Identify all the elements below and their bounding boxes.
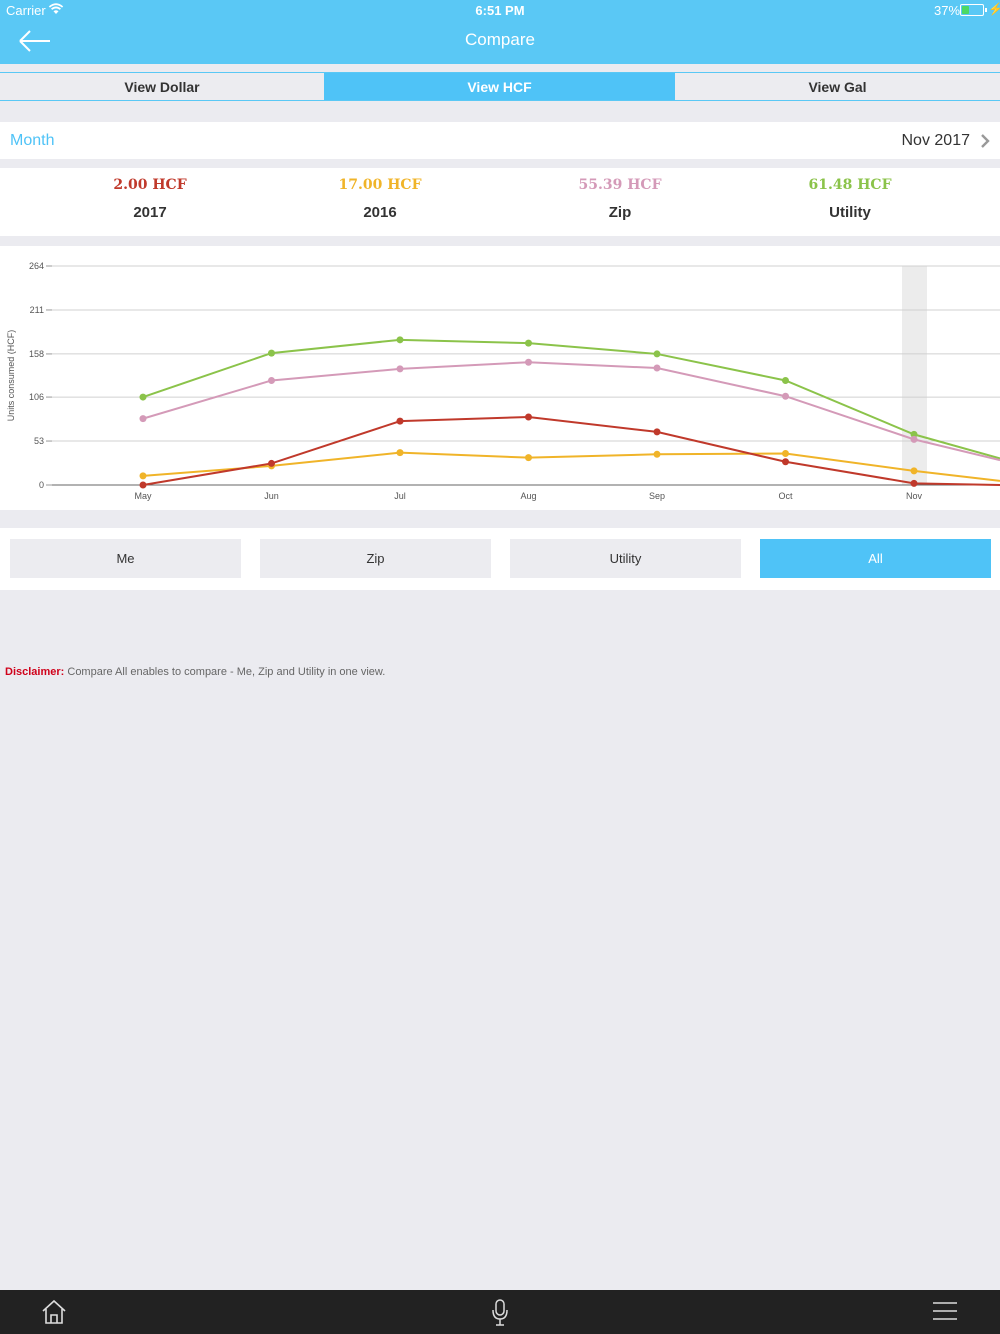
home-icon[interactable] [40,1298,68,1328]
page-title: Compare [465,30,535,49]
data-point-zip [910,435,918,443]
y-tick-label: 0 [39,480,44,490]
period-label: Month [10,132,55,149]
data-point-zip [139,415,147,423]
data-point-zip [653,364,661,372]
disclaimer-label: Disclaimer: [5,666,65,678]
data-point-2017 [653,428,661,436]
summary-name: Utility [829,204,871,221]
x-tick-label: Aug [520,491,536,501]
data-point-2017 [782,458,789,466]
battery-percent: 37% [934,3,961,18]
battery-icon [960,4,987,16]
status-bar: Carrier 6:51 PM 37% ⚡ [0,0,1000,20]
bottom-tab-bar [0,1290,1000,1334]
disclaimer: Disclaimer: Compare All enables to compa… [5,666,385,678]
y-tick-label: 264 [29,261,44,271]
disclaimer-text: Compare All enables to compare - Me, Zip… [64,666,386,678]
clock: 6:51 PM [475,3,525,18]
summary-name: 2016 [363,204,397,221]
series-line-2017 [142,415,1000,486]
x-tick-label: Jul [394,491,406,501]
series-line-zip [142,361,1000,462]
chevron-right-icon[interactable] [978,133,992,149]
summary-2017: 2.00 HCF 2017 [50,176,250,221]
filter-zip-button[interactable]: Zip [260,539,491,578]
tab-view-hcf[interactable]: View HCF [324,73,675,100]
data-point-2016 [910,467,918,475]
highlight-band [902,266,927,485]
period-value: Nov 2017 [901,132,971,149]
data-point-2016 [396,449,404,457]
summary-value: 17.00 HCF [338,177,422,193]
y-tick-label: 158 [29,349,44,359]
data-point-zip [268,376,275,384]
data-point-2017 [268,459,275,467]
data-point-2017 [910,479,918,487]
data-point-2016 [782,449,789,457]
data-point-utility [396,336,404,344]
summary-zip: 55.39 HCF Zip [520,176,720,221]
x-tick-label: Jun [264,491,279,501]
compare-filter: Me Zip Utility All [0,528,1000,590]
y-tick-label: 53 [34,436,44,446]
x-tick-label: Nov [906,491,923,501]
menu-icon[interactable] [932,1298,958,1328]
microphone-icon[interactable] [490,1298,510,1328]
summary-utility: 61.48 HCF Utility [750,176,950,221]
y-axis-label: Units consumed (HCF) [6,330,16,422]
unit-segmented-control: View Dollar View HCF View Gal [0,72,1000,101]
data-point-zip [396,365,404,373]
data-point-utility [268,349,275,357]
data-point-2016 [139,472,147,480]
summary-value: 61.48 HCF [808,177,892,193]
x-tick-label: Oct [778,491,793,501]
summary-name: 2017 [133,204,167,221]
charging-icon: ⚡ [988,2,1000,16]
data-point-2016 [525,454,532,462]
filter-utility-button[interactable]: Utility [510,539,741,578]
data-point-2017 [139,481,147,489]
y-tick-label: 211 [30,305,44,315]
data-point-2017 [396,417,404,425]
x-tick-label: Sep [649,491,665,501]
data-point-utility [782,376,789,384]
data-point-utility [653,350,661,358]
filter-me-button[interactable]: Me [10,539,241,578]
period-selector[interactable]: Month Nov 2017 [0,122,1000,159]
x-tick-label: May [134,491,152,501]
top-bar: Carrier 6:51 PM 37% ⚡ Compare [0,0,1000,64]
data-point-2017 [525,413,532,421]
summary-value: 2.00 HCF [113,177,187,193]
data-point-utility [139,393,147,401]
data-point-zip [782,392,789,400]
tab-view-gal[interactable]: View Gal [675,73,1000,100]
data-point-utility [525,339,532,347]
usage-chart: 0 53 106 158 211 264 Units consumed (HCF) May Ju… [0,246,1000,510]
summary-value: 55.39 HCF [578,177,662,193]
summary-2016: 17.00 HCF 2016 [280,176,480,221]
filter-all-button[interactable]: All [760,539,991,578]
y-tick-label: 106 [29,392,44,402]
data-point-2016 [653,450,661,458]
data-point-zip [525,358,532,366]
tab-view-dollar[interactable]: View Dollar [0,73,324,100]
summary-name: Zip [608,204,632,221]
usage-summary: 2.00 HCF 2017 17.00 HCF 2016 55.39 HCF Z… [0,168,1000,236]
line-chart: 0 53 106 158 211 264 Units consumed (HCF) May Ju… [6,261,1000,501]
